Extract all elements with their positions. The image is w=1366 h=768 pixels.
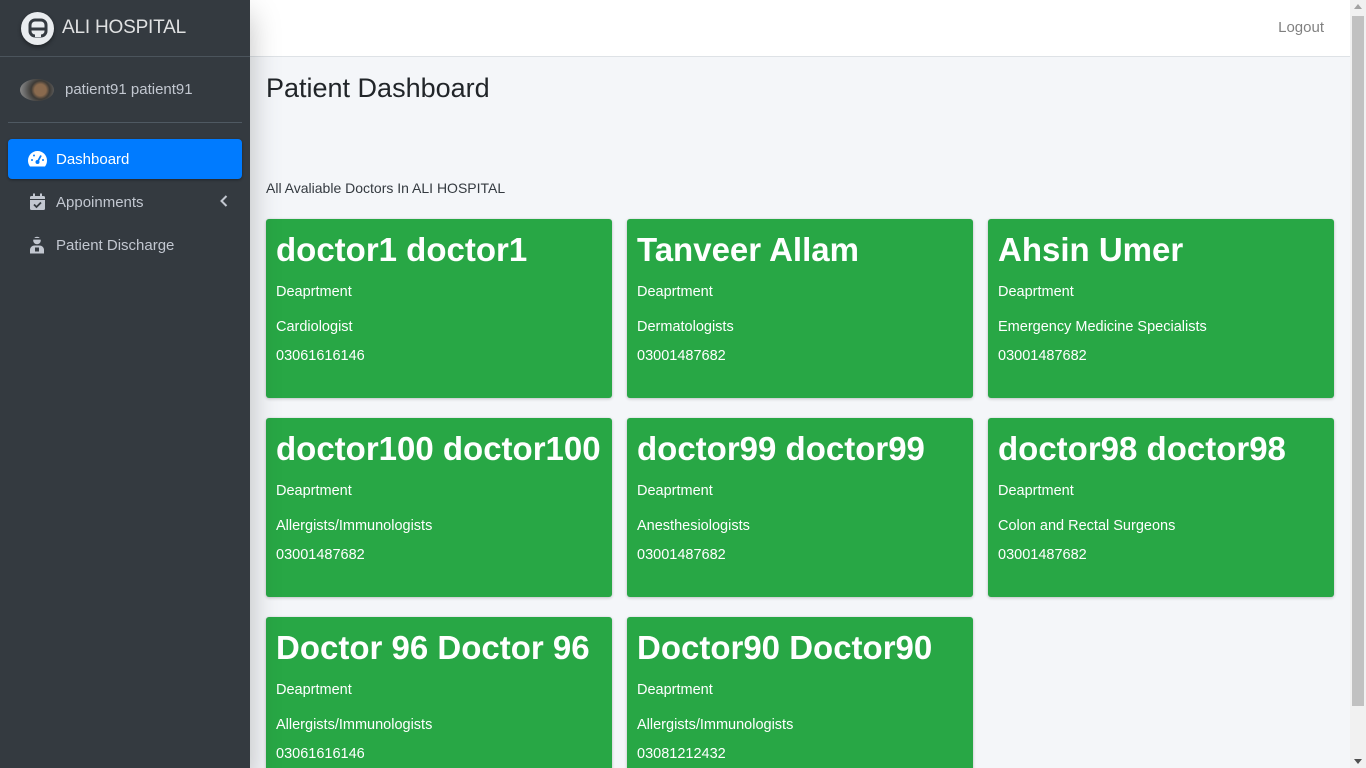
doctor-name: doctor1 doctor1 [276,231,528,268]
doctor-specialty: Allergists/Immunologists [276,518,433,534]
doctor-card: doctor98 doctor98 Deaprtment Colon and R… [988,418,1334,597]
department-label: Deaprtment [637,682,713,698]
doctor-card: doctor1 doctor1 Deaprtment Cardiologist … [266,219,612,398]
doctor-phone: 03001487682 [637,547,726,563]
sidebar-item-label: Patient Discharge [56,236,175,254]
department-label: Deaprtment [276,682,352,698]
department-label: Deaprtment [998,284,1074,300]
sidebar-nav: Dashboard Appoinments Patient Discharge [0,123,250,265]
doctor-phone: 03001487682 [276,547,365,563]
scroll-up-arrow-icon[interactable] [1354,4,1362,9]
user-name[interactable]: patient91 patient91 [65,81,193,98]
user-injured-icon [26,236,48,254]
doctor-card: Doctor90 Doctor90 Deaprtment Allergists/… [627,617,973,768]
sidebar-item-label: Dashboard [56,150,130,168]
doctor-specialty: Dermatologists [637,319,734,335]
page-title: Patient Dashboard [266,73,490,103]
doctor-name: doctor99 doctor99 [637,430,925,467]
sidebar-item-dashboard[interactable]: Dashboard [8,139,242,179]
top-navbar: Logout [250,0,1350,57]
sidebar-item-appointments[interactable]: Appoinments [8,182,242,222]
doctor-specialty: Allergists/Immunologists [276,717,433,733]
logout-link[interactable]: Logout [1278,19,1324,36]
doctor-phone: 03081212432 [637,746,726,762]
doctor-phone: 03061616146 [276,348,365,364]
main-content: Patient Dashboard All Avaliable Doctors … [250,57,1350,768]
user-panel[interactable]: patient91 patient91 [8,57,242,123]
doctor-name: doctor98 doctor98 [998,430,1286,467]
doctor-card: Ahsin Umer Deaprtment Emergency Medicine… [988,219,1334,398]
department-label: Deaprtment [276,284,352,300]
avatar [20,78,54,101]
hospital-logo-icon [21,11,54,45]
doctor-specialty: Cardiologist [276,319,353,335]
doctor-phone: 03001487682 [998,348,1087,364]
doctor-card: doctor99 doctor99 Deaprtment Anesthesiol… [627,418,973,597]
doctor-phone: 03061616146 [276,746,365,762]
doctor-specialty: Emergency Medicine Specialists [998,319,1207,335]
calendar-check-icon [26,193,48,211]
doctors-subtitle: All Avaliable Doctors In ALI HOSPITAL [266,180,506,196]
department-label: Deaprtment [637,284,713,300]
doctor-name: Ahsin Umer [998,231,1184,268]
department-label: Deaprtment [276,483,352,499]
doctor-grid: doctor1 doctor1 Deaprtment Cardiologist … [266,219,1350,768]
scrollbar-thumb[interactable] [1352,16,1364,706]
sidebar-item-label: Appoinments [56,193,144,211]
doctor-specialty: Anesthesiologists [637,518,750,534]
doctor-name: Doctor90 Doctor90 [637,629,933,666]
vertical-scrollbar[interactable] [1350,0,1366,768]
department-label: Deaprtment [637,483,713,499]
doctor-name: Tanveer Allam [637,231,859,268]
sidebar-item-patient-discharge[interactable]: Patient Discharge [8,225,242,265]
doctor-card: Doctor 96 Doctor 96 Deaprtment Allergist… [266,617,612,768]
brand-link[interactable]: ALI HOSPITAL [0,0,250,57]
doctor-card: Tanveer Allam Deaprtment Dermatologists … [627,219,973,398]
doctor-specialty: Colon and Rectal Surgeons [998,518,1176,534]
brand-text: ALI HOSPITAL [62,17,186,38]
chevron-left-icon[interactable] [220,194,228,211]
tachometer-icon [26,150,48,168]
sidebar: ALI HOSPITAL patient91 patient91 Dashboa… [0,0,250,768]
scroll-down-arrow-icon[interactable] [1354,759,1362,764]
doctor-name: Doctor 96 Doctor 96 [276,629,590,666]
department-label: Deaprtment [998,483,1074,499]
doctor-specialty: Allergists/Immunologists [637,717,794,733]
doctor-card: doctor100 doctor100 Deaprtment Allergist… [266,418,612,597]
doctor-name: doctor100 doctor100 [276,430,601,467]
doctor-phone: 03001487682 [998,547,1087,563]
doctor-phone: 03001487682 [637,348,726,364]
